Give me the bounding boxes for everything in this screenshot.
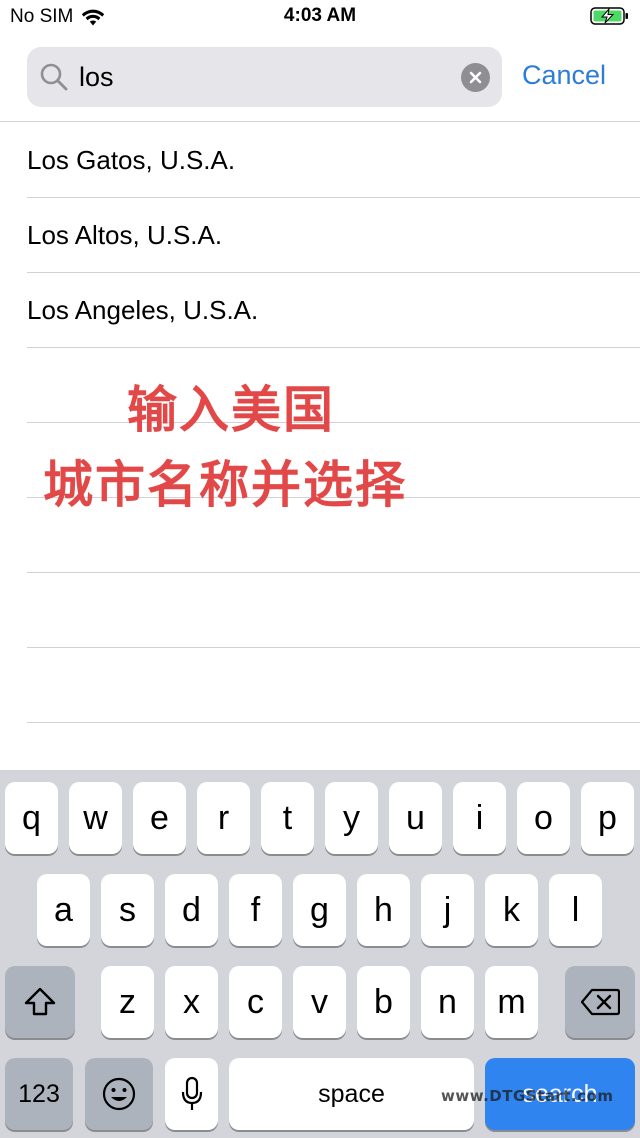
- search-header: Cancel: [0, 34, 640, 122]
- key-label: c: [247, 982, 264, 1021]
- key-label: k: [503, 890, 520, 929]
- backspace-icon: [580, 988, 620, 1016]
- key-label: space: [318, 1079, 385, 1108]
- key-p[interactable]: p: [581, 782, 634, 854]
- empty-row: [0, 648, 640, 723]
- search-input[interactable]: [79, 57, 449, 97]
- key-v[interactable]: v: [293, 966, 346, 1038]
- key-label: o: [534, 798, 553, 837]
- key-q[interactable]: q: [5, 782, 58, 854]
- key-label: e: [150, 798, 169, 837]
- numbers-key[interactable]: 123: [5, 1058, 73, 1130]
- key-label: i: [475, 798, 484, 837]
- keyboard: q w e r t y u i o p a s d f g h j k l z …: [0, 770, 640, 1138]
- key-m[interactable]: m: [485, 966, 538, 1038]
- emoji-icon: [102, 1077, 136, 1111]
- key-label: u: [406, 798, 425, 837]
- search-icon: [40, 63, 68, 91]
- key-k[interactable]: k: [485, 874, 538, 946]
- list-item[interactable]: Los Gatos, U.S.A.: [0, 123, 640, 198]
- search-field[interactable]: [27, 47, 502, 107]
- key-label: m: [497, 982, 526, 1021]
- key-label: z: [119, 982, 136, 1021]
- key-j[interactable]: j: [421, 874, 474, 946]
- status-bar: No SIM 4:03 AM: [0, 0, 640, 34]
- annotation-line-1: 输入美国: [127, 381, 335, 439]
- key-y[interactable]: y: [325, 782, 378, 854]
- key-s[interactable]: s: [101, 874, 154, 946]
- key-label: r: [217, 798, 230, 837]
- key-label: x: [183, 982, 200, 1021]
- key-x[interactable]: x: [165, 966, 218, 1038]
- backspace-key[interactable]: [565, 966, 635, 1038]
- key-label: a: [54, 890, 73, 929]
- empty-row: [0, 573, 640, 648]
- key-n[interactable]: n: [421, 966, 474, 1038]
- list-item[interactable]: Los Angeles, U.S.A.: [0, 273, 640, 348]
- cancel-button[interactable]: Cancel: [522, 60, 606, 91]
- key-label: h: [374, 890, 393, 929]
- key-a[interactable]: a: [37, 874, 90, 946]
- key-l[interactable]: l: [549, 874, 602, 946]
- key-i[interactable]: i: [453, 782, 506, 854]
- key-label: y: [343, 798, 360, 837]
- key-label: w: [83, 798, 108, 837]
- emoji-key[interactable]: [85, 1058, 153, 1130]
- list-item[interactable]: Los Altos, U.S.A.: [0, 198, 640, 273]
- key-h[interactable]: h: [357, 874, 410, 946]
- key-label: d: [182, 890, 201, 929]
- space-key[interactable]: space: [229, 1058, 474, 1130]
- battery-charging-icon: [590, 7, 628, 25]
- key-label: s: [119, 890, 136, 929]
- key-label: g: [310, 890, 329, 929]
- key-g[interactable]: g: [293, 874, 346, 946]
- key-label: j: [443, 890, 452, 929]
- list-item-label: Los Gatos, U.S.A.: [27, 145, 236, 175]
- key-z[interactable]: z: [101, 966, 154, 1038]
- key-label: f: [250, 890, 261, 929]
- key-w[interactable]: w: [69, 782, 122, 854]
- key-u[interactable]: u: [389, 782, 442, 854]
- list-item-label: Los Angeles, U.S.A.: [27, 295, 259, 325]
- key-f[interactable]: f: [229, 874, 282, 946]
- key-label: n: [438, 982, 457, 1021]
- key-label: l: [571, 890, 580, 929]
- key-d[interactable]: d: [165, 874, 218, 946]
- key-o[interactable]: o: [517, 782, 570, 854]
- key-label: 123: [18, 1079, 60, 1108]
- microphone-icon: [181, 1076, 202, 1110]
- key-label: v: [311, 982, 328, 1021]
- key-c[interactable]: c: [229, 966, 282, 1038]
- key-label: q: [22, 798, 41, 837]
- key-t[interactable]: t: [261, 782, 314, 854]
- annotation-line-2: 城市名称并选择: [43, 456, 407, 514]
- key-label: b: [374, 982, 393, 1021]
- shift-key[interactable]: [5, 966, 75, 1038]
- clock: 4:03 AM: [283, 5, 357, 26]
- shift-icon: [24, 987, 56, 1016]
- clear-icon[interactable]: [461, 63, 490, 92]
- key-e[interactable]: e: [133, 782, 186, 854]
- key-label: p: [598, 798, 617, 837]
- key-b[interactable]: b: [357, 966, 410, 1038]
- dictation-key[interactable]: [165, 1058, 218, 1130]
- key-label: t: [282, 798, 293, 837]
- key-r[interactable]: r: [197, 782, 250, 854]
- watermark: www.DTGStart.com: [441, 1087, 614, 1105]
- list-item-label: Los Altos, U.S.A.: [27, 220, 223, 250]
